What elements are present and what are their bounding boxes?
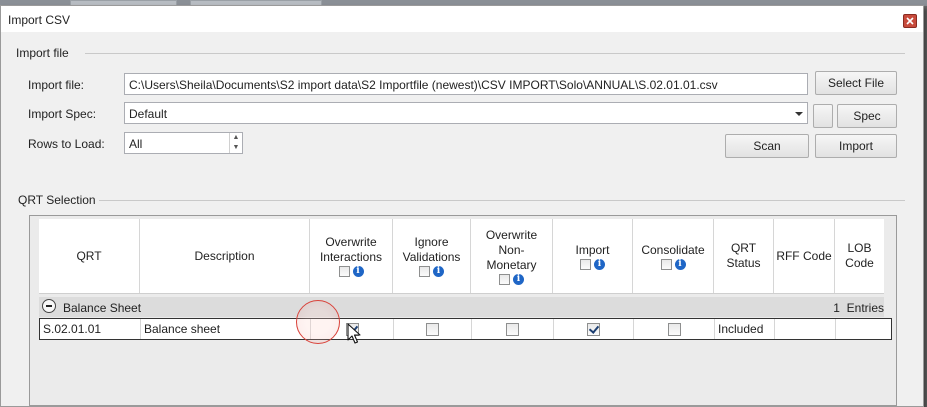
import-csv-dialog: Import CSV Import file Import file: C:\U… <box>0 5 924 407</box>
cell-ignore-validations[interactable] <box>394 319 472 339</box>
column-header-import[interactable]: Import i <box>553 219 633 293</box>
stepper-up-icon[interactable]: ▲ <box>230 133 242 143</box>
cell-rff-code[interactable] <box>775 319 836 339</box>
group-divider <box>85 53 905 54</box>
rows-stepper-arrows[interactable]: ▲ ▼ <box>229 133 242 153</box>
rows-to-load-value: All <box>129 137 143 151</box>
column-header-lob-code[interactable]: LOB Code <box>835 219 884 293</box>
window-title: Import CSV <box>8 13 71 27</box>
select-all-ignore-validations-checkbox[interactable] <box>419 266 430 277</box>
import-spec-label: Import Spec: <box>28 107 97 121</box>
select-all-overwrite-non-monetary-checkbox[interactable] <box>499 273 510 285</box>
close-icon <box>906 17 914 25</box>
import-checkbox[interactable] <box>587 322 600 336</box>
import-file-label: Import file: <box>28 78 85 92</box>
import-file-group-label: Import file <box>16 46 69 60</box>
mouse-pointer-icon <box>347 323 361 344</box>
cell-consolidate[interactable] <box>634 319 715 339</box>
select-file-button[interactable]: Select File <box>815 71 897 95</box>
table-row[interactable]: S.02.01.01 Balance sheet Included <box>39 318 892 340</box>
column-header-overwrite-interactions[interactable]: Overwrite Interactions i <box>310 219 393 293</box>
cell-lob-code[interactable] <box>836 319 885 339</box>
info-icon[interactable]: i <box>674 258 686 270</box>
grid-header: QRT Description Overwrite Interactions i… <box>39 219 884 294</box>
import-spec-value: Default <box>129 107 168 121</box>
select-all-import-checkbox[interactable] <box>580 258 591 270</box>
column-header-qrt[interactable]: QRT <box>39 219 140 293</box>
collapse-minus-icon[interactable] <box>42 299 56 313</box>
cell-qrt-status: Included <box>715 319 775 339</box>
column-header-ignore-validations[interactable]: Ignore Validations i <box>393 219 471 293</box>
info-icon[interactable]: i <box>513 273 524 285</box>
cell-overwrite-non-monetary[interactable] <box>472 319 554 339</box>
import-button[interactable]: Import <box>815 134 897 158</box>
rows-to-load-label: Rows to Load: <box>28 137 105 151</box>
qrt-grid: QRT Description Overwrite Interactions i… <box>29 215 897 406</box>
column-header-description[interactable]: Description <box>140 219 310 293</box>
cell-qrt[interactable]: S.02.01.01 <box>40 319 141 339</box>
click-highlight-ring <box>296 300 340 344</box>
rows-to-load-stepper[interactable]: All ▲ ▼ <box>124 132 243 154</box>
import-file-path-field[interactable]: C:\Users\Sheila\Documents\S2 import data… <box>124 73 808 95</box>
qrt-selection-group-label: QRT Selection <box>18 193 96 207</box>
spec-option-box[interactable] <box>813 104 833 128</box>
info-icon[interactable]: i <box>433 266 444 277</box>
scan-button[interactable]: Scan <box>725 134 809 158</box>
column-header-rff-code[interactable]: RFF Code <box>774 219 835 293</box>
group-row-label: Balance Sheet <box>63 301 142 315</box>
spec-button[interactable]: Spec <box>837 104 897 128</box>
info-icon[interactable]: i <box>594 258 605 270</box>
group-row-entries: 1 Entries <box>833 301 884 315</box>
cell-import[interactable] <box>554 319 634 339</box>
overwrite-non-monetary-checkbox[interactable] <box>506 322 519 336</box>
column-header-overwrite-non-monetary[interactable]: Overwrite Non- Monetary i <box>471 219 553 293</box>
chevron-down-icon <box>795 112 803 116</box>
group-row-balance-sheet[interactable]: Balance Sheet 1 Entries <box>39 297 884 317</box>
select-all-consolidate-checkbox[interactable] <box>660 258 672 270</box>
title-bar: Import CSV <box>1 6 923 32</box>
ignore-validations-checkbox[interactable] <box>426 322 439 336</box>
cell-description[interactable]: Balance sheet <box>141 319 311 339</box>
stepper-down-icon[interactable]: ▼ <box>230 143 242 153</box>
column-header-qrt-status[interactable]: QRT Status <box>714 219 774 293</box>
close-button[interactable] <box>903 14 917 28</box>
import-spec-select[interactable]: Default <box>124 102 808 124</box>
consolidate-checkbox[interactable] <box>667 322 681 336</box>
select-all-overwrite-interactions-checkbox[interactable] <box>338 266 350 277</box>
column-header-consolidate[interactable]: Consolidate i <box>633 219 714 293</box>
group-divider <box>99 200 905 201</box>
info-icon[interactable]: i <box>352 266 364 277</box>
